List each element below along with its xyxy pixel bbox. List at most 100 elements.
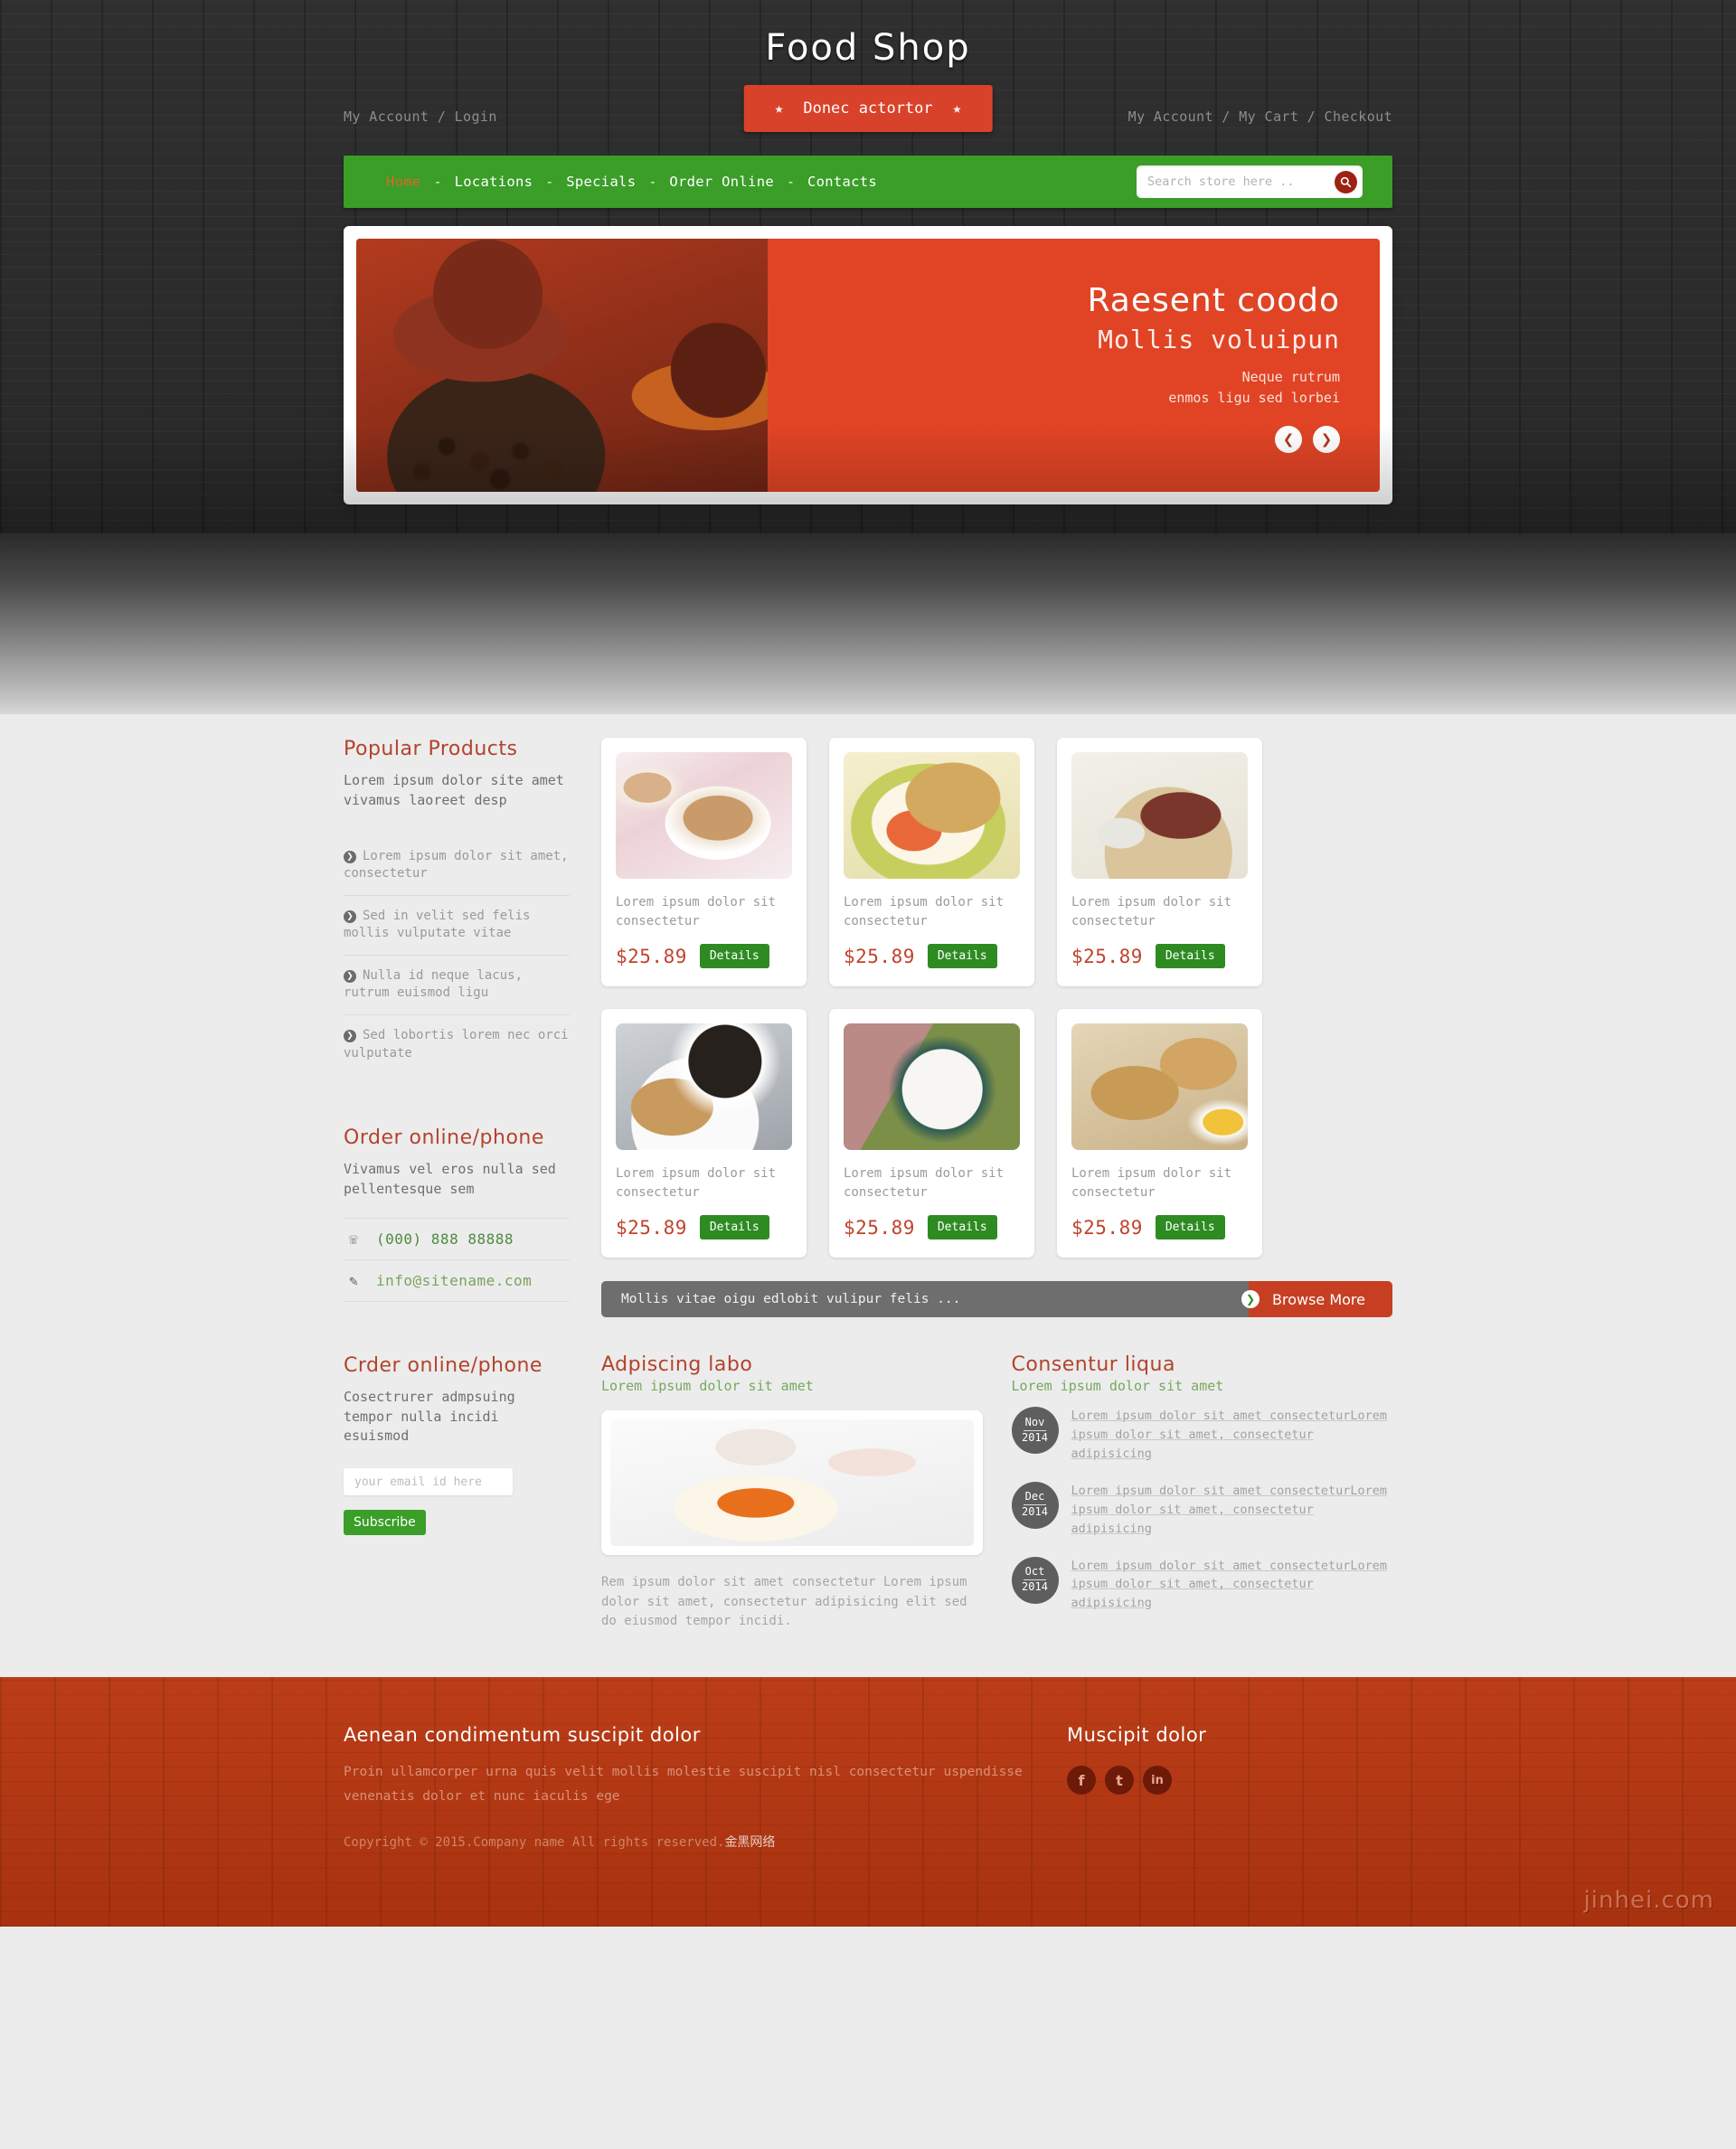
nav-separator: - [648, 174, 657, 190]
consentur-liqua-section: Consentur liqua Lorem ipsum dolor sit am… [1011, 1353, 1393, 1632]
list-item[interactable]: ❯ Nulla id neque lacus, rutrum euismod li… [344, 956, 570, 1016]
list-item[interactable]: Nov 2014 Lorem ipsum dolor sit amet cons… [1011, 1407, 1393, 1464]
product-image [616, 752, 792, 879]
star-icon: ★ [774, 99, 784, 117]
site-footer: Aenean condimentum suscipit dolor Proin … [0, 1677, 1736, 1928]
news-link[interactable]: Lorem ipsum dolor sit amet consecteturLo… [1071, 1557, 1393, 1614]
subscribe-button[interactable]: Subscribe [344, 1510, 426, 1535]
search-icon[interactable] [1335, 170, 1357, 193]
details-button[interactable]: Details [927, 1215, 997, 1239]
details-button[interactable]: Details [1155, 944, 1225, 968]
browse-more-button[interactable]: ❯ Browse More [1241, 1281, 1392, 1317]
adpiscing-body: Rem ipsum dolor sit amet consectetur Lor… [601, 1575, 967, 1629]
list-item[interactable]: ❯ Sed in velit sed felis mollis vulputate… [344, 896, 570, 956]
product-price: $25.89 [616, 945, 687, 967]
search-box [1137, 165, 1363, 198]
details-button[interactable]: Details [699, 944, 769, 968]
adpiscing-image-frame [601, 1410, 983, 1555]
list-item-label: Sed in velit sed felis mollis vulputate … [344, 908, 531, 941]
order-online-title: Order online/phone [344, 1126, 544, 1150]
donec-actortor-button[interactable]: ★ Donec actortor ★ [743, 85, 993, 132]
nav-item-contacts[interactable]: Contacts [795, 174, 890, 190]
news-date-badge: Nov 2014 [1011, 1407, 1059, 1454]
list-item[interactable]: ❯ Sed lobortis lorem nec orci vulputate [344, 1015, 570, 1074]
site-header: Food Shop My Account / Login ★ Donec act… [0, 0, 1736, 533]
browse-more-label: Browse More [1271, 1290, 1365, 1308]
hero-subtitle: Mollis voluipun [1098, 325, 1340, 355]
chevron-left-icon[interactable]: ❮ [1275, 426, 1302, 454]
contact-phone-row[interactable]: ☏ (000) 888 88888 [344, 1219, 570, 1260]
product-price: $25.89 [1071, 1216, 1143, 1239]
product-name: Lorem ipsum dolor sit consectetur [616, 895, 777, 928]
contact-email-row[interactable]: ✎ info@sitename.com [344, 1260, 570, 1302]
browse-more-bar: Mollis vitae oigu edlobit vulipur felis … [601, 1281, 1392, 1317]
adpiscing-title: Adpiscing labo [601, 1353, 753, 1376]
nav-item-home[interactable]: Home [373, 174, 434, 190]
facebook-icon[interactable]: f [1067, 1766, 1096, 1796]
product-card[interactable]: Lorem ipsum dolor sit consectetur $25.89… [829, 1009, 1034, 1258]
nav-separator: - [786, 174, 795, 190]
product-price: $25.89 [616, 1216, 687, 1239]
list-item[interactable]: ❯ Lorem ipsum dolor sit amet, consectetur [344, 836, 570, 896]
product-name: Lorem ipsum dolor sit consectetur [844, 1166, 1005, 1200]
star-icon: ★ [952, 99, 962, 117]
news-month: Nov [1023, 1416, 1047, 1431]
news-year: 2014 [1022, 1580, 1048, 1594]
nav-item-specials[interactable]: Specials [553, 174, 648, 190]
news-date-badge: Dec 2014 [1011, 1481, 1059, 1529]
news-link[interactable]: Lorem ipsum dolor sit amet consecteturLo… [1071, 1407, 1393, 1464]
chevron-right-icon[interactable]: ❯ [1313, 426, 1340, 454]
product-image [844, 1023, 1020, 1150]
details-button[interactable]: Details [699, 1215, 769, 1239]
product-card[interactable]: Lorem ipsum dolor sit consectetur $25.89… [1057, 1009, 1262, 1258]
nav-item-order-online[interactable]: Order Online [656, 174, 787, 190]
news-year: 2014 [1022, 1430, 1048, 1444]
search-input[interactable] [1147, 174, 1335, 189]
list-item-label: Sed lobortis lorem nec orci vulputate [344, 1028, 569, 1060]
order-online-desc: Vivamus vel eros nulla sed pellentesque … [344, 1161, 556, 1197]
list-item[interactable]: Oct 2014 Lorem ipsum dolor sit amet cons… [1011, 1556, 1393, 1614]
hero-coffee-image [356, 239, 768, 492]
news-link[interactable]: Lorem ipsum dolor sit amet consecteturLo… [1071, 1482, 1393, 1539]
details-button[interactable]: Details [1155, 1215, 1225, 1239]
list-item[interactable]: Dec 2014 Lorem ipsum dolor sit amet cons… [1011, 1481, 1393, 1539]
nav-item-locations[interactable]: Locations [442, 174, 546, 190]
footer-about: Aenean condimentum suscipit dolor Proin … [344, 1724, 1031, 1851]
hero-slider: Raesent coodo Mollis voluipun Neque rutr… [344, 226, 1392, 504]
newsletter-email-input[interactable] [344, 1468, 513, 1495]
sidebar: Popular Products Lorem ipsum dolor site … [344, 738, 601, 1632]
contact-email-value: info@sitename.com [376, 1271, 533, 1289]
contact-phone-value: (000) 888 88888 [376, 1230, 514, 1248]
popular-products-title: Popular Products [344, 738, 518, 760]
hero-text: Raesent coodo Mollis voluipun Neque rutr… [768, 239, 1380, 492]
product-price: $25.89 [844, 1216, 915, 1239]
product-card[interactable]: Lorem ipsum dolor sit consectetur $25.89… [1057, 738, 1262, 986]
product-price: $25.89 [844, 945, 915, 967]
chevron-right-icon: ❯ [344, 970, 356, 984]
donec-button-label: Donec actortor [803, 99, 933, 118]
page-root: Food Shop My Account / Login ★ Donec act… [0, 0, 1736, 1928]
hero-line-1: Neque rutrum [1241, 369, 1340, 386]
copyright-cn-text: 金黑网络 [724, 1834, 776, 1850]
news-month: Oct [1023, 1565, 1047, 1581]
footer-social-title: Muscipit dolor [1067, 1724, 1207, 1747]
product-name: Lorem ipsum dolor sit consectetur [844, 895, 1005, 928]
account-cart-checkout-link[interactable]: My Account / My Cart / Checkout [1128, 108, 1392, 125]
product-card[interactable]: Lorem ipsum dolor sit consectetur $25.89… [601, 1009, 807, 1258]
pencil-icon: ✎ [349, 1271, 358, 1289]
product-image [1071, 752, 1248, 879]
details-button[interactable]: Details [927, 944, 997, 968]
content-area: Lorem ipsum dolor sit consectetur $25.89… [601, 738, 1392, 1632]
news-month: Dec [1023, 1491, 1047, 1506]
main-navigation: Home - Locations - Specials - Order Onli… [344, 156, 1392, 208]
twitter-icon[interactable]: t [1105, 1766, 1134, 1796]
account-login-link[interactable]: My Account / Login [344, 108, 497, 125]
adpiscing-labo-section: Adpiscing labo Lorem ipsum dolor sit ame… [601, 1353, 983, 1632]
linkedin-icon[interactable]: in [1143, 1766, 1172, 1796]
product-card[interactable]: Lorem ipsum dolor sit consectetur $25.89… [829, 738, 1034, 986]
browse-more-message: Mollis vitae oigu edlobit vulipur felis … [601, 1281, 1249, 1317]
lower-sections: Adpiscing labo Lorem ipsum dolor sit ame… [601, 1353, 1392, 1632]
product-card[interactable]: Lorem ipsum dolor sit consectetur $25.89… [601, 738, 807, 986]
news-list: Nov 2014 Lorem ipsum dolor sit amet cons… [1011, 1407, 1393, 1614]
product-name: Lorem ipsum dolor sit consectetur [1071, 1166, 1232, 1200]
